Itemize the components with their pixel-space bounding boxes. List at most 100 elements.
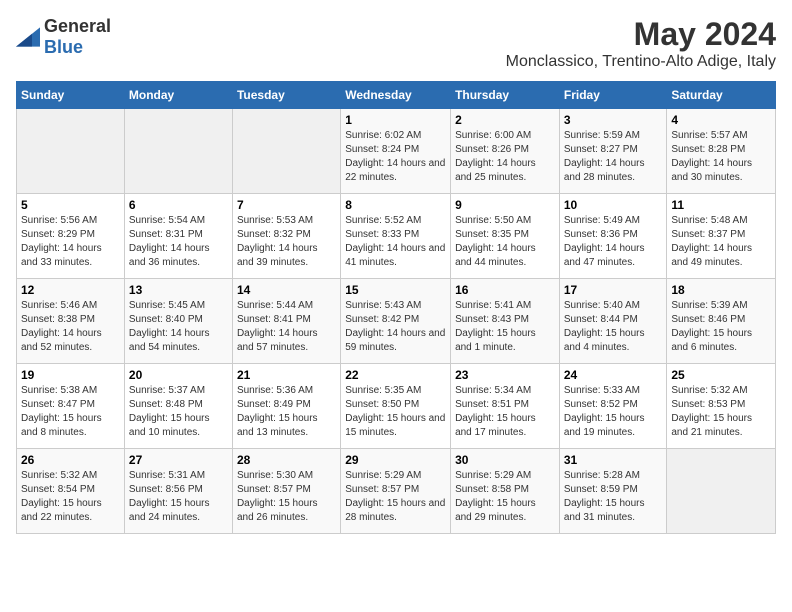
day-number: 18 xyxy=(671,283,771,297)
day-number: 2 xyxy=(455,113,555,127)
calendar-cell: 14 Sunrise: 5:44 AMSunset: 8:41 PMDayligh… xyxy=(232,279,340,364)
day-number: 14 xyxy=(237,283,336,297)
day-number: 26 xyxy=(21,453,120,467)
day-number: 22 xyxy=(345,368,446,382)
day-info: Sunrise: 5:49 AMSunset: 8:36 PMDaylight:… xyxy=(564,214,663,270)
day-number: 10 xyxy=(564,198,663,212)
day-info: Sunrise: 5:29 AMSunset: 8:57 PMDaylight:… xyxy=(345,469,446,525)
calendar-cell: 23Sunrise: 5:34 AMSunset: 8:51 PMDayligh… xyxy=(451,364,560,449)
calendar-cell: 18 Sunrise: 5:39 AMSunset: 8:46 PMDayligh… xyxy=(667,279,776,364)
weekday-header-wednesday: Wednesday xyxy=(341,82,451,109)
day-number: 27 xyxy=(129,453,228,467)
calendar-cell: 10 Sunrise: 5:49 AMSunset: 8:36 PMDayligh… xyxy=(559,194,667,279)
weekday-header-friday: Friday xyxy=(559,82,667,109)
calendar-week-row: 26 Sunrise: 5:32 AMSunset: 8:54 PMDayligh… xyxy=(17,449,776,534)
calendar-cell: 27 Sunrise: 5:31 AMSunset: 8:56 PMDayligh… xyxy=(124,449,232,534)
calendar-week-row: 12Sunrise: 5:46 AMSunset: 8:38 PMDayligh… xyxy=(17,279,776,364)
day-info: Sunrise: 5:39 AMSunset: 8:46 PMDaylight:… xyxy=(671,299,771,355)
calendar-cell xyxy=(124,109,232,194)
day-info: Sunrise: 5:59 AMSunset: 8:27 PMDaylight:… xyxy=(564,129,663,185)
day-number: 23 xyxy=(455,368,555,382)
calendar-table: SundayMondayTuesdayWednesdayThursdayFrid… xyxy=(16,81,776,534)
calendar-cell: 25 Sunrise: 5:32 AMSunset: 8:53 PMDayligh… xyxy=(667,364,776,449)
day-info: Sunrise: 5:32 AMSunset: 8:54 PMDaylight:… xyxy=(21,469,120,525)
day-number: 11 xyxy=(671,198,771,212)
day-info: Sunrise: 6:02 AMSunset: 8:24 PMDaylight:… xyxy=(345,129,446,185)
day-info: Sunrise: 6:00 AMSunset: 8:26 PMDaylight:… xyxy=(455,129,555,185)
day-info: Sunrise: 5:46 AMSunset: 8:38 PMDaylight:… xyxy=(21,299,120,355)
calendar-cell: 29Sunrise: 5:29 AMSunset: 8:57 PMDayligh… xyxy=(341,449,451,534)
day-info: Sunrise: 5:57 AMSunset: 8:28 PMDaylight:… xyxy=(671,129,771,185)
day-info: Sunrise: 5:35 AMSunset: 8:50 PMDaylight:… xyxy=(345,384,446,440)
day-info: Sunrise: 5:48 AMSunset: 8:37 PMDaylight:… xyxy=(671,214,771,270)
day-info: Sunrise: 5:41 AMSunset: 8:43 PMDaylight:… xyxy=(455,299,555,355)
weekday-header-tuesday: Tuesday xyxy=(232,82,340,109)
logo-blue-text: Blue xyxy=(44,37,83,57)
day-number: 19 xyxy=(21,368,120,382)
day-number: 5 xyxy=(21,198,120,212)
day-info: Sunrise: 5:33 AMSunset: 8:52 PMDaylight:… xyxy=(564,384,663,440)
day-number: 17 xyxy=(564,283,663,297)
day-number: 6 xyxy=(129,198,228,212)
day-info: Sunrise: 5:54 AMSunset: 8:31 PMDaylight:… xyxy=(129,214,228,270)
day-number: 28 xyxy=(237,453,336,467)
location-title: Monclassico, Trentino-Alto Adige, Italy xyxy=(506,53,776,71)
day-info: Sunrise: 5:38 AMSunset: 8:47 PMDaylight:… xyxy=(21,384,120,440)
calendar-cell xyxy=(667,449,776,534)
calendar-cell: 4Sunrise: 5:57 AMSunset: 8:28 PMDaylight… xyxy=(667,109,776,194)
calendar-cell: 26 Sunrise: 5:32 AMSunset: 8:54 PMDayligh… xyxy=(17,449,125,534)
calendar-cell: 17Sunrise: 5:40 AMSunset: 8:44 PMDayligh… xyxy=(559,279,667,364)
calendar-cell: 30 Sunrise: 5:29 AMSunset: 8:58 PMDayligh… xyxy=(451,449,560,534)
calendar-cell: 8 Sunrise: 5:52 AMSunset: 8:33 PMDaylight… xyxy=(341,194,451,279)
logo-general-text: General xyxy=(44,16,111,36)
calendar-cell xyxy=(232,109,340,194)
day-number: 20 xyxy=(129,368,228,382)
calendar-cell: 19 Sunrise: 5:38 AMSunset: 8:47 PMDayligh… xyxy=(17,364,125,449)
calendar-cell: 2 Sunrise: 6:00 AMSunset: 8:26 PMDaylight… xyxy=(451,109,560,194)
day-number: 13 xyxy=(129,283,228,297)
calendar-cell: 20 Sunrise: 5:37 AMSunset: 8:48 PMDayligh… xyxy=(124,364,232,449)
weekday-header-row: SundayMondayTuesdayWednesdayThursdayFrid… xyxy=(17,82,776,109)
day-number: 1 xyxy=(345,113,446,127)
day-number: 9 xyxy=(455,198,555,212)
day-info: Sunrise: 5:36 AMSunset: 8:49 PMDaylight:… xyxy=(237,384,336,440)
calendar-cell: 6 Sunrise: 5:54 AMSunset: 8:31 PMDaylight… xyxy=(124,194,232,279)
calendar-cell: 12Sunrise: 5:46 AMSunset: 8:38 PMDayligh… xyxy=(17,279,125,364)
day-number: 15 xyxy=(345,283,446,297)
calendar-cell: 3 Sunrise: 5:59 AMSunset: 8:27 PMDaylight… xyxy=(559,109,667,194)
day-info: Sunrise: 5:50 AMSunset: 8:35 PMDaylight:… xyxy=(455,214,555,270)
calendar-cell xyxy=(17,109,125,194)
day-number: 16 xyxy=(455,283,555,297)
day-info: Sunrise: 5:32 AMSunset: 8:53 PMDaylight:… xyxy=(671,384,771,440)
calendar-week-row: 19 Sunrise: 5:38 AMSunset: 8:47 PMDayligh… xyxy=(17,364,776,449)
calendar-cell: 13Sunrise: 5:45 AMSunset: 8:40 PMDayligh… xyxy=(124,279,232,364)
calendar-week-row: 1 Sunrise: 6:02 AMSunset: 8:24 PMDaylight… xyxy=(17,109,776,194)
calendar-cell: 21 Sunrise: 5:36 AMSunset: 8:49 PMDayligh… xyxy=(232,364,340,449)
month-title: May 2024 xyxy=(506,16,776,53)
day-number: 25 xyxy=(671,368,771,382)
day-number: 3 xyxy=(564,113,663,127)
calendar-cell: 9 Sunrise: 5:50 AMSunset: 8:35 PMDaylight… xyxy=(451,194,560,279)
day-info: Sunrise: 5:37 AMSunset: 8:48 PMDaylight:… xyxy=(129,384,228,440)
day-number: 30 xyxy=(455,453,555,467)
calendar-cell: 24 Sunrise: 5:33 AMSunset: 8:52 PMDayligh… xyxy=(559,364,667,449)
weekday-header-thursday: Thursday xyxy=(451,82,560,109)
calendar-cell: 5Sunrise: 5:56 AMSunset: 8:29 PMDaylight… xyxy=(17,194,125,279)
calendar-cell: 1 Sunrise: 6:02 AMSunset: 8:24 PMDaylight… xyxy=(341,109,451,194)
day-info: Sunrise: 5:44 AMSunset: 8:41 PMDaylight:… xyxy=(237,299,336,355)
day-number: 21 xyxy=(237,368,336,382)
calendar-cell: 16 Sunrise: 5:41 AMSunset: 8:43 PMDayligh… xyxy=(451,279,560,364)
weekday-header-sunday: Sunday xyxy=(17,82,125,109)
day-number: 31 xyxy=(564,453,663,467)
calendar-cell: 22 Sunrise: 5:35 AMSunset: 8:50 PMDayligh… xyxy=(341,364,451,449)
calendar-cell: 7Sunrise: 5:53 AMSunset: 8:32 PMDaylight… xyxy=(232,194,340,279)
day-info: Sunrise: 5:31 AMSunset: 8:56 PMDaylight:… xyxy=(129,469,228,525)
title-area: May 2024 Monclassico, Trentino-Alto Adig… xyxy=(506,16,776,71)
day-info: Sunrise: 5:28 AMSunset: 8:59 PMDaylight:… xyxy=(564,469,663,525)
day-info: Sunrise: 5:29 AMSunset: 8:58 PMDaylight:… xyxy=(455,469,555,525)
weekday-header-saturday: Saturday xyxy=(667,82,776,109)
calendar-cell: 28Sunrise: 5:30 AMSunset: 8:57 PMDayligh… xyxy=(232,449,340,534)
day-number: 24 xyxy=(564,368,663,382)
day-info: Sunrise: 5:52 AMSunset: 8:33 PMDaylight:… xyxy=(345,214,446,270)
day-number: 8 xyxy=(345,198,446,212)
